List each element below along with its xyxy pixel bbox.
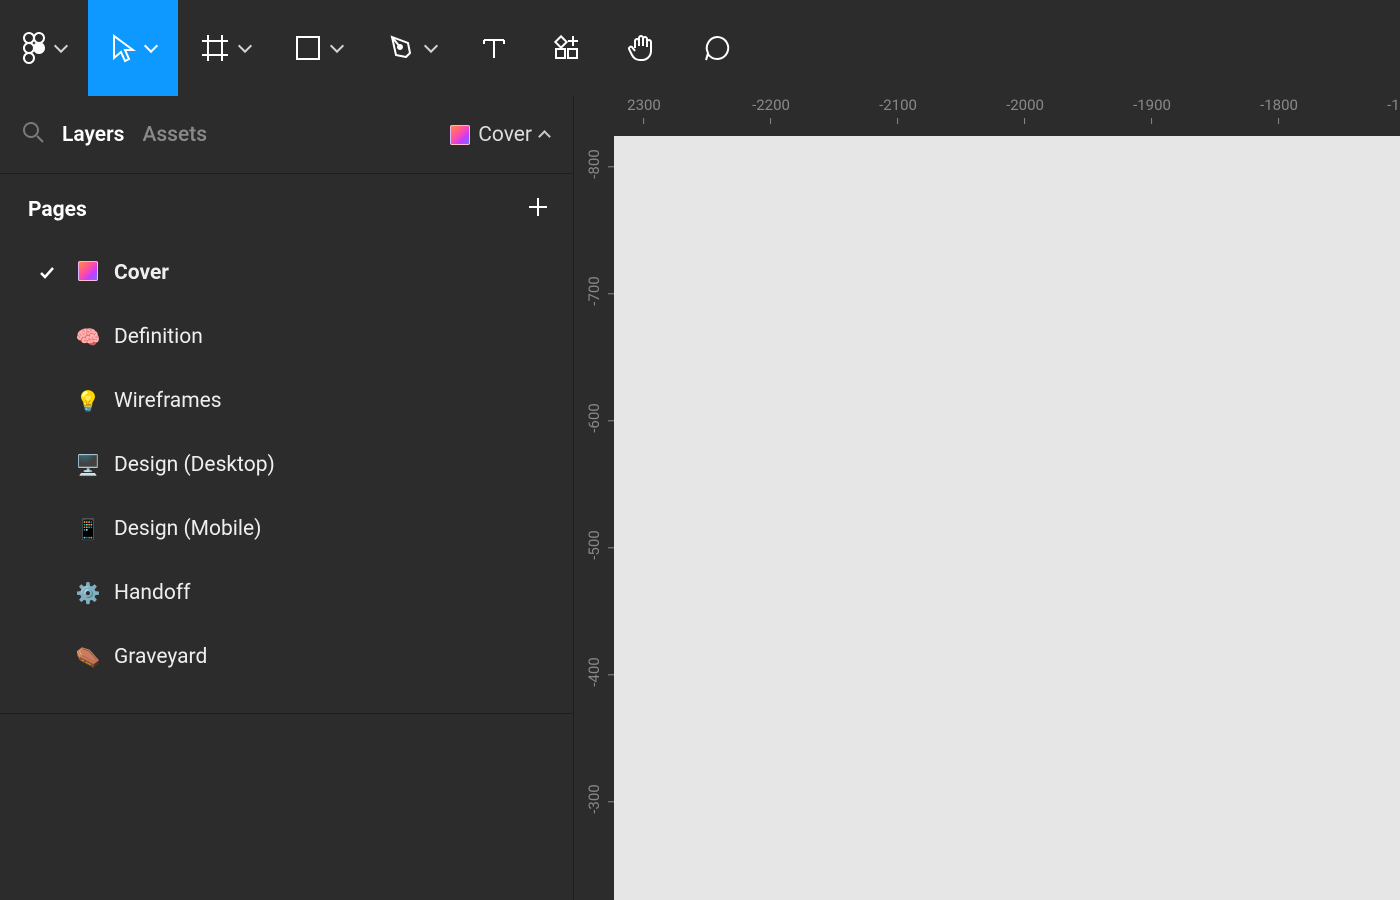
page-item[interactable]: Cover bbox=[28, 241, 549, 305]
ruler-tick: -500 bbox=[574, 530, 614, 563]
comment-icon bbox=[702, 33, 732, 63]
shape-tool-button[interactable] bbox=[272, 0, 364, 96]
page-item[interactable]: 📱 Design (Mobile) bbox=[28, 497, 549, 561]
top-toolbar bbox=[0, 0, 1400, 96]
chevron-down-icon bbox=[330, 39, 344, 53]
page-item[interactable]: 🖥️ Design (Desktop) bbox=[28, 433, 549, 497]
chevron-down-icon bbox=[144, 39, 158, 53]
ruler-tick: -400 bbox=[574, 657, 614, 690]
ruler-tick: -2100 bbox=[879, 96, 917, 124]
page-item-label: Design (Desktop) bbox=[114, 453, 275, 477]
page-emoji-icon: ⚰️ bbox=[74, 645, 102, 669]
ruler-corner bbox=[574, 96, 614, 136]
ruler-tick: -700 bbox=[574, 276, 614, 309]
page-selector[interactable]: Cover bbox=[450, 123, 549, 147]
ruler-tick: -1900 bbox=[1133, 96, 1171, 124]
page-emoji-icon: 🖥️ bbox=[74, 453, 102, 477]
page-item-label: Graveyard bbox=[114, 645, 207, 669]
text-tool-button[interactable] bbox=[458, 0, 530, 96]
ruler-tick: 2300 bbox=[627, 96, 661, 124]
tab-assets[interactable]: Assets bbox=[142, 123, 207, 147]
rectangle-icon bbox=[294, 34, 322, 62]
page-item-label: Cover bbox=[114, 261, 169, 285]
tab-layers[interactable]: Layers bbox=[62, 123, 124, 147]
ruler-tick: -2000 bbox=[1006, 96, 1044, 124]
pen-tool-button[interactable] bbox=[364, 0, 458, 96]
figma-menu-button[interactable] bbox=[0, 0, 88, 96]
text-icon bbox=[480, 34, 508, 62]
pages-title: Pages bbox=[28, 198, 87, 222]
sidebar-header: Layers Assets Cover bbox=[0, 96, 573, 174]
canvas-area[interactable]: 2300-2200-2100-2000-1900-1800-1700 -800-… bbox=[574, 96, 1400, 900]
frame-tool-button[interactable] bbox=[178, 0, 272, 96]
ruler-tick: -2200 bbox=[752, 96, 790, 124]
ruler-tick: -1700 bbox=[1387, 96, 1400, 124]
page-emoji-icon bbox=[74, 261, 102, 286]
add-page-button[interactable] bbox=[527, 196, 549, 223]
pen-icon bbox=[386, 33, 416, 63]
page-item-label: Design (Mobile) bbox=[114, 517, 261, 541]
search-icon[interactable] bbox=[22, 121, 44, 148]
page-item-label: Wireframes bbox=[114, 389, 222, 413]
page-emoji-icon: 📱 bbox=[74, 517, 102, 541]
canvas-frame[interactable] bbox=[614, 136, 1400, 900]
chevron-up-icon bbox=[538, 130, 551, 143]
chevron-down-icon bbox=[424, 39, 438, 53]
chevron-down-icon bbox=[238, 39, 252, 53]
vertical-ruler: -800 -700 -600 -500 -400 -300 bbox=[574, 136, 614, 900]
ruler-tick: -600 bbox=[574, 403, 614, 436]
page-item[interactable]: ⚙️ Handoff bbox=[28, 561, 549, 625]
page-item-label: Definition bbox=[114, 325, 203, 349]
page-item[interactable]: 🧠 Definition bbox=[28, 305, 549, 369]
comment-tool-button[interactable] bbox=[680, 0, 754, 96]
ruler-tick: -800 bbox=[574, 149, 614, 182]
frame-icon bbox=[200, 33, 230, 63]
page-item[interactable]: ⚰️ Graveyard bbox=[28, 625, 549, 689]
page-item-label: Handoff bbox=[114, 581, 190, 605]
move-tool-button[interactable] bbox=[88, 0, 178, 96]
chevron-down-icon bbox=[54, 39, 68, 53]
page-emoji-icon: ⚙️ bbox=[74, 581, 102, 605]
check-icon bbox=[32, 264, 62, 282]
left-sidebar: Layers Assets Cover Pages Cover 🧠 Definiti… bbox=[0, 96, 574, 900]
page-selector-label: Cover bbox=[478, 123, 532, 147]
page-list: Cover 🧠 Definition 💡 Wireframes 🖥️ Design (Des… bbox=[28, 241, 549, 689]
horizontal-ruler: 2300 -2200 -2100 -2000 -1900 -1800 -1700 bbox=[614, 96, 1400, 136]
figma-logo-icon bbox=[22, 31, 46, 65]
page-emoji-icon: 🧠 bbox=[74, 325, 102, 349]
ruler-tick: -300 bbox=[574, 784, 614, 817]
hand-icon bbox=[626, 32, 658, 64]
resources-icon bbox=[552, 33, 582, 63]
page-item[interactable]: 💡 Wireframes bbox=[28, 369, 549, 433]
cursor-icon bbox=[110, 33, 136, 63]
resources-tool-button[interactable] bbox=[530, 0, 604, 96]
page-thumbnail-icon bbox=[450, 125, 470, 145]
hand-tool-button[interactable] bbox=[604, 0, 680, 96]
ruler-tick: -1800 bbox=[1260, 96, 1298, 124]
page-emoji-icon: 💡 bbox=[74, 389, 102, 413]
pages-section: Pages Cover 🧠 Definition 💡 Wireframes 🖥️ Desig… bbox=[0, 174, 573, 714]
